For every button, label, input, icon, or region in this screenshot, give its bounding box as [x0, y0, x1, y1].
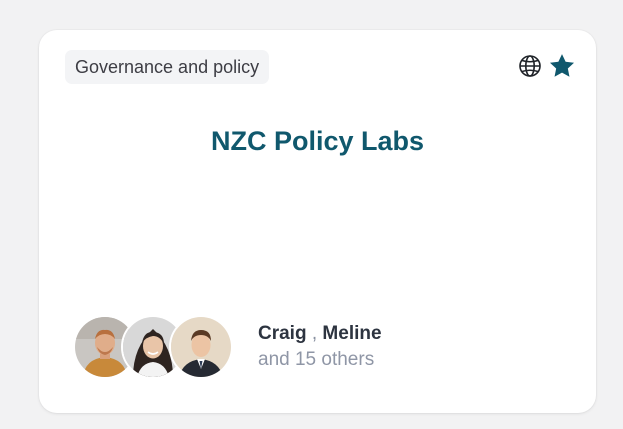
card-actions: [516, 52, 576, 80]
page-canvas: Governance and policy NZC Policy Labs Cr…: [0, 0, 623, 429]
member-names: Craig , Meline and 15 others: [258, 323, 382, 371]
member-name-meline[interactable]: Meline: [322, 323, 381, 344]
category-tag-label: Governance and policy: [75, 56, 260, 77]
member-names-line: Craig , Meline: [258, 323, 382, 345]
star-icon[interactable]: [548, 52, 576, 80]
category-tag[interactable]: Governance and policy: [65, 50, 270, 84]
name-separator: ,: [311, 323, 318, 344]
others-count[interactable]: and 15 others: [258, 349, 382, 371]
avatar-stack: [73, 315, 233, 379]
members-summary: Craig , Meline and 15 others: [73, 315, 382, 379]
avatar[interactable]: [169, 315, 233, 379]
card-title[interactable]: NZC Policy Labs: [39, 126, 596, 157]
member-name-craig[interactable]: Craig: [258, 323, 307, 344]
project-card[interactable]: Governance and policy NZC Policy Labs Cr…: [39, 30, 596, 413]
globe-icon[interactable]: [516, 52, 544, 80]
